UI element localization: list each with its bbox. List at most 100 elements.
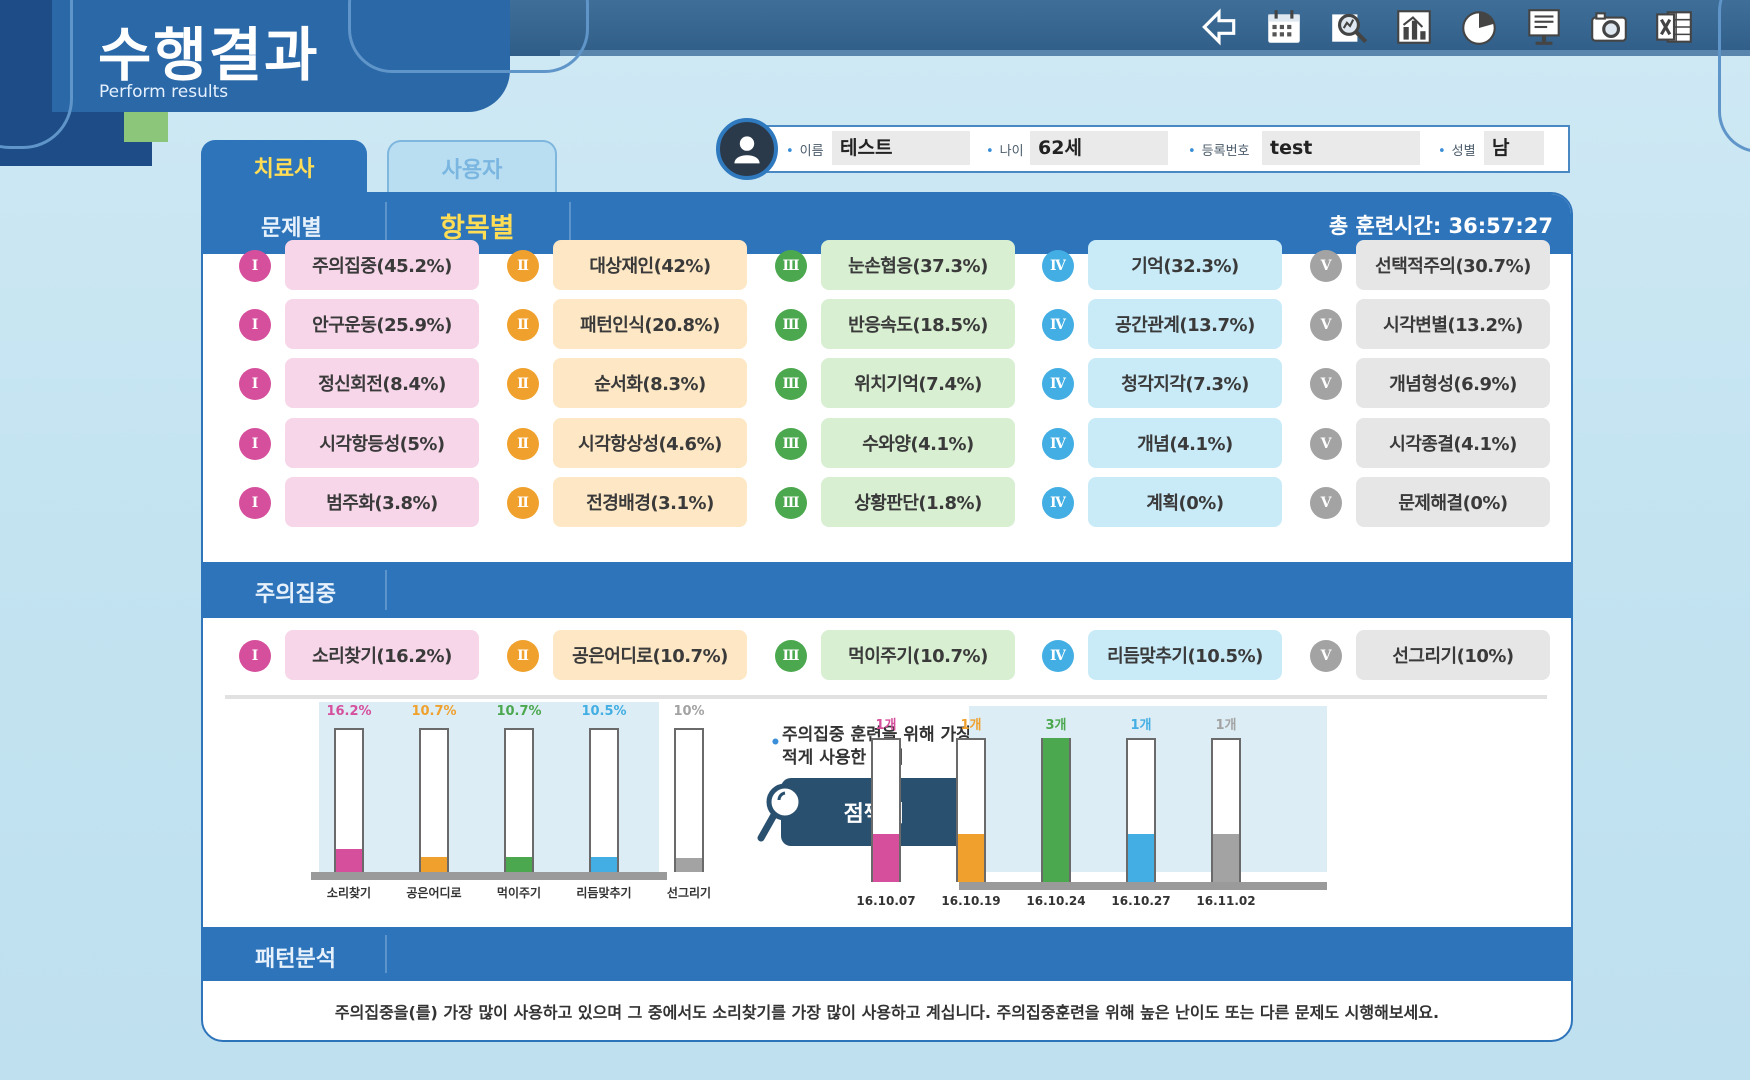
bar-category-label: 16.11.02: [1196, 894, 1256, 908]
numeral-badge-icon: Ⅴ: [1310, 428, 1342, 460]
category-item[interactable]: Ⅱ 대상재인(42%): [471, 240, 747, 290]
focus-item-label: 먹이주기(10.7%): [821, 630, 1015, 680]
pie-chart-icon: [1462, 11, 1496, 45]
category-item[interactable]: Ⅰ 정신회전(8.4%): [203, 358, 479, 408]
bar-chart-button[interactable]: [1390, 4, 1438, 50]
numeral-badge-icon: Ⅰ: [239, 428, 271, 460]
bar-category-label: 16.10.07: [856, 894, 916, 908]
bar: [958, 834, 984, 882]
category-item[interactable]: Ⅰ 주의집중(45.2%): [203, 240, 479, 290]
category-item[interactable]: Ⅰ 안구운동(25.9%): [203, 299, 479, 349]
numeral-badge-icon: Ⅴ: [1310, 250, 1342, 282]
corner-decoration: [1718, 0, 1750, 153]
category-item[interactable]: Ⅳ 기억(32.3%): [1006, 240, 1282, 290]
category-item[interactable]: Ⅴ 시각변별(13.2%): [1274, 299, 1550, 349]
user-icon: [734, 136, 760, 164]
avatar: [716, 118, 778, 180]
category-label: 정신회전(8.4%): [285, 358, 479, 408]
numeral-badge-icon: Ⅴ: [1310, 368, 1342, 400]
category-label: 반응속도(18.5%): [821, 299, 1015, 349]
numeral-badge-icon: Ⅰ: [239, 487, 271, 519]
category-item[interactable]: Ⅴ 개념형성(6.9%): [1274, 358, 1550, 408]
bar-category-label: 리듬맞추기: [576, 886, 632, 900]
monitor-button[interactable]: [1520, 4, 1568, 50]
category-label: 안구운동(25.9%): [285, 299, 479, 349]
category-item[interactable]: Ⅳ 청각지각(7.3%): [1006, 358, 1282, 408]
category-item[interactable]: Ⅴ 시각종결(4.1%): [1274, 418, 1550, 468]
numeral-badge-icon: Ⅳ: [1042, 368, 1074, 400]
top-bar-accent: [560, 50, 1750, 56]
category-item[interactable]: Ⅱ 순서화(8.3%): [471, 358, 747, 408]
focus-item[interactable]: Ⅲ 먹이주기(10.7%): [739, 630, 1015, 680]
sex-label: 성별: [1438, 140, 1476, 159]
numeral-badge-icon: Ⅱ: [507, 368, 539, 400]
numeral-badge-icon: Ⅰ: [239, 309, 271, 341]
numeral-badge-icon: Ⅴ: [1310, 487, 1342, 519]
focus-item[interactable]: Ⅱ 공은어디로(10.7%): [471, 630, 747, 680]
focus-item[interactable]: Ⅰ 소리찾기(16.2%): [203, 630, 479, 680]
numeral-badge-icon: Ⅲ: [775, 487, 807, 519]
category-item[interactable]: Ⅴ 문제해결(0%): [1274, 477, 1550, 527]
category-item[interactable]: Ⅰ 시각항등성(5%): [203, 418, 479, 468]
category-label: 개념형성(6.9%): [1356, 358, 1550, 408]
category-item[interactable]: Ⅳ 공간관계(13.7%): [1006, 299, 1282, 349]
bar: [1043, 738, 1069, 882]
category-item[interactable]: Ⅱ 패턴인식(20.8%): [471, 299, 747, 349]
numeral-badge-icon: Ⅲ: [775, 428, 807, 460]
excel-export-button[interactable]: [1650, 4, 1698, 50]
camera-icon: [1591, 12, 1627, 42]
category-item[interactable]: Ⅲ 위치기억(7.4%): [739, 358, 1015, 408]
category-item[interactable]: Ⅲ 눈손협응(37.3%): [739, 240, 1015, 290]
tab-user[interactable]: 사용자: [387, 140, 557, 194]
total-training-time: 총 훈련시간: 36:57:27: [1328, 214, 1553, 238]
bar-category-label: 먹이주기: [496, 886, 542, 900]
category-item[interactable]: Ⅴ 선택적주의(30.7%): [1274, 240, 1550, 290]
category-item[interactable]: Ⅲ 수와양(4.1%): [739, 418, 1015, 468]
focus-item-label: 리듬맞추기(10.5%): [1088, 630, 1282, 680]
pie-chart-button[interactable]: [1455, 4, 1503, 50]
category-label: 시각항등성(5%): [285, 418, 479, 468]
category-label: 패턴인식(20.8%): [553, 299, 747, 349]
category-item[interactable]: Ⅳ 계획(0%): [1006, 477, 1282, 527]
brand-accent: [124, 112, 168, 142]
back-button[interactable]: [1195, 4, 1243, 50]
focus-item[interactable]: Ⅴ 선그리기(10%): [1274, 630, 1550, 680]
bar-track: [589, 728, 619, 872]
category-label: 상황판단(1.8%): [821, 477, 1015, 527]
category-item[interactable]: Ⅳ 개념(4.1%): [1006, 418, 1282, 468]
search-report-button[interactable]: [1325, 4, 1373, 50]
category-item[interactable]: Ⅱ 전경배경(3.1%): [471, 477, 747, 527]
calendar-button[interactable]: [1260, 4, 1308, 50]
numeral-badge-icon: Ⅳ: [1042, 640, 1074, 672]
category-label: 기억(32.3%): [1088, 240, 1282, 290]
focus-item[interactable]: Ⅳ 리듬맞추기(10.5%): [1006, 630, 1282, 680]
category-item[interactable]: Ⅲ 반응속도(18.5%): [739, 299, 1015, 349]
numeral-badge-icon: Ⅰ: [239, 640, 271, 672]
numeral-badge-icon: Ⅳ: [1042, 428, 1074, 460]
category-label: 수와양(4.1%): [821, 418, 1015, 468]
brand-decoration: [0, 0, 73, 149]
bar-category-label: 16.10.24: [1026, 894, 1086, 908]
category-item[interactable]: Ⅲ 상황판단(1.8%): [739, 477, 1015, 527]
category-item[interactable]: Ⅰ 범주화(3.8%): [203, 477, 479, 527]
sex-field: 남: [1484, 131, 1544, 165]
focus-section-title: 주의집중: [255, 582, 336, 607]
tab-therapist[interactable]: 치료사: [201, 140, 367, 194]
back-icon: [1202, 8, 1236, 46]
magnifier-icon: [757, 783, 804, 842]
bar-category-label: 16.10.27: [1111, 894, 1171, 908]
camera-button[interactable]: [1585, 4, 1633, 50]
bar-value-label: 10.5%: [581, 704, 627, 719]
date-chart-baseline: [959, 882, 1327, 890]
bar: [506, 857, 532, 872]
subtab-by-problem[interactable]: 문제별: [261, 210, 322, 242]
category-item[interactable]: Ⅱ 시각항상성(4.6%): [471, 418, 747, 468]
bar-track: [674, 728, 704, 872]
category-label: 시각종결(4.1%): [1356, 418, 1550, 468]
category-label: 전경배경(3.1%): [553, 477, 747, 527]
category-label: 눈손협응(37.3%): [821, 240, 1015, 290]
pattern-analysis-text: 주의집중을(를) 가장 많이 사용하고 있으며 그 중에서도 소리찾기를 가장 …: [334, 1003, 1440, 1022]
numeral-badge-icon: Ⅱ: [507, 309, 539, 341]
brand-decoration: [348, 0, 589, 73]
band-divider: [385, 570, 387, 610]
